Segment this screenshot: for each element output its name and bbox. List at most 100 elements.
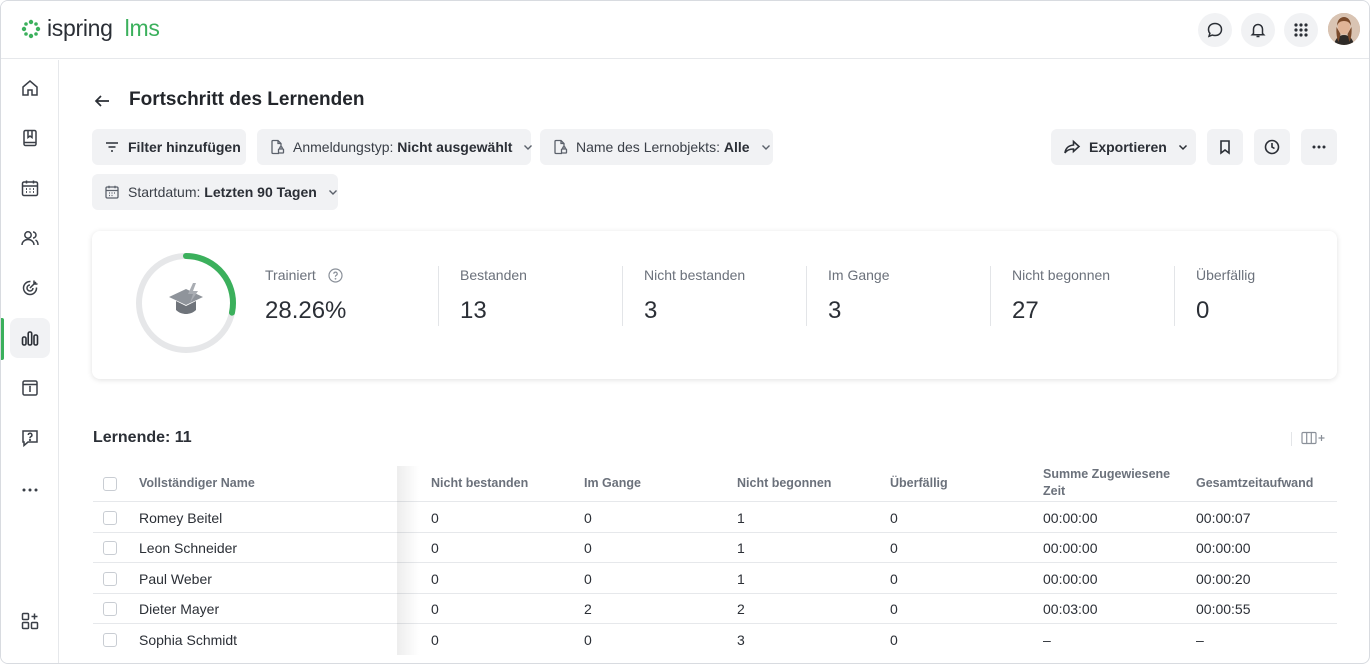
cell-overdue: 0	[890, 601, 898, 617]
cell-overdue: 0	[890, 510, 898, 526]
divider	[1291, 432, 1292, 446]
row-checkbox[interactable]	[103, 572, 117, 586]
sidebar-item-more[interactable]	[10, 470, 50, 510]
cell-total-time: 00:00:07	[1196, 510, 1251, 526]
cell-not-started: 1	[737, 571, 745, 587]
stat-value: 0	[1196, 297, 1210, 324]
column-header-not-started[interactable]: Nicht begonnen	[737, 475, 831, 492]
cell-total-time: 00:00:00	[1196, 540, 1251, 556]
app-window: ispring lms Fortschritt des Lernenden Fi…	[0, 0, 1370, 664]
more-icon	[22, 488, 38, 492]
chevron-down-icon	[522, 141, 534, 153]
enrollment-type-filter[interactable]: Anmeldungstyp: Nicht ausgewählt	[257, 129, 534, 165]
graduation-cap-icon	[169, 283, 203, 314]
back-arrow-icon[interactable]	[93, 92, 111, 110]
row-checkbox[interactable]	[103, 602, 117, 616]
user-avatar[interactable]	[1328, 13, 1360, 45]
divider	[622, 266, 623, 326]
start-date-label: Startdatum:	[128, 184, 201, 200]
divider	[990, 266, 991, 326]
stat-value: 3	[644, 297, 658, 324]
sidebar-item-reports[interactable]	[10, 318, 50, 358]
start-date-value: Letzten 90 Tagen	[204, 184, 317, 200]
learner-name[interactable]: Dieter Mayer	[139, 601, 219, 617]
divider	[438, 266, 439, 326]
logo[interactable]: ispring lms	[21, 15, 160, 42]
more-options-button[interactable]	[1301, 129, 1337, 165]
stat-label: Nicht bestanden	[644, 267, 746, 283]
column-header-overdue[interactable]: Überfällig	[890, 475, 948, 492]
page-title: Fortschritt des Lernenden	[129, 89, 365, 110]
enrollment-type-value: Nicht ausgewählt	[397, 139, 513, 155]
sidebar-item-add-widget[interactable]	[10, 601, 50, 641]
row-checkbox[interactable]	[103, 633, 117, 647]
start-date-filter[interactable]: Startdatum: Letzten 90 Tagen	[92, 174, 338, 210]
help-icon	[22, 430, 38, 448]
export-button[interactable]: Exportieren	[1051, 129, 1196, 165]
sidebar-item-goals[interactable]	[10, 268, 50, 308]
sidebar-item-events[interactable]	[10, 368, 50, 408]
calendar-icon	[21, 180, 39, 197]
learner-name[interactable]: Sophia Schmidt	[139, 632, 237, 648]
document-lock-icon	[552, 139, 568, 155]
chevron-down-icon	[760, 141, 772, 153]
cell-overdue: 0	[890, 540, 898, 556]
stat-value: 27	[1012, 297, 1039, 324]
chat-button[interactable]	[1198, 13, 1232, 47]
document-lock-icon	[269, 139, 285, 155]
learner-name[interactable]: Leon Schneider	[139, 540, 237, 556]
users-icon	[21, 231, 39, 246]
column-header-in-progress[interactable]: Im Gange	[584, 475, 641, 492]
book-icon	[23, 129, 37, 147]
row-checkbox[interactable]	[103, 541, 117, 555]
cell-assigned-time: 00:00:00	[1043, 540, 1098, 556]
cell-assigned-time: 00:00:00	[1043, 571, 1098, 587]
more-horizontal-icon	[1312, 145, 1326, 149]
cell-not-started: 3	[737, 632, 745, 648]
apps-button[interactable]	[1284, 13, 1318, 47]
cell-failed: 0	[431, 540, 439, 556]
stat-trained-value: 28.26%	[265, 297, 347, 324]
cell-total-time: –	[1196, 632, 1204, 648]
cell-assigned-time: –	[1043, 632, 1051, 648]
bookmark-button[interactable]	[1207, 129, 1243, 165]
cell-failed: 0	[431, 632, 439, 648]
cell-failed: 0	[431, 601, 439, 617]
filter-icon	[104, 139, 120, 155]
cell-not-started: 1	[737, 510, 745, 526]
clock-icon	[1264, 139, 1280, 155]
cell-assigned-time: 00:03:00	[1043, 601, 1098, 617]
help-circle-icon[interactable]	[328, 268, 343, 283]
sidebar-item-help[interactable]	[10, 418, 50, 458]
column-settings-button[interactable]	[1301, 431, 1328, 445]
chevron-down-icon	[1177, 141, 1189, 153]
sidebar-item-home[interactable]	[10, 68, 50, 108]
divider	[93, 501, 1337, 502]
learner-name[interactable]: Paul Weber	[139, 571, 212, 587]
add-filter-button[interactable]: Filter hinzufügen	[92, 129, 246, 165]
divider	[1174, 266, 1175, 326]
info-calendar-icon	[22, 380, 38, 396]
sidebar-item-users[interactable]	[10, 218, 50, 258]
notifications-button[interactable]	[1241, 13, 1275, 47]
bell-icon	[1250, 23, 1266, 38]
cell-in-progress: 2	[584, 601, 592, 617]
sidebar-item-calendar[interactable]	[10, 168, 50, 208]
select-all-checkbox[interactable]	[103, 477, 117, 491]
sticky-column-shadow	[397, 466, 419, 655]
apps-grid-icon	[1294, 23, 1308, 37]
sidebar-item-content[interactable]	[10, 118, 50, 158]
logo-text: ispring	[47, 15, 113, 41]
cell-assigned-time: 00:00:00	[1043, 510, 1098, 526]
schedule-button[interactable]	[1254, 129, 1290, 165]
learning-object-filter[interactable]: Name des Lernobjekts: Alle	[540, 129, 773, 165]
stats-card: Trainiert 28.26% Bestanden 13 Nicht best…	[92, 231, 1337, 379]
column-header-name[interactable]: Vollständiger Name	[139, 475, 255, 492]
learner-name[interactable]: Romey Beitel	[139, 510, 222, 526]
cell-in-progress: 0	[584, 632, 592, 648]
column-header-total-time[interactable]: Gesamtzeitaufwand	[1196, 475, 1313, 492]
column-header-failed[interactable]: Nicht bestanden	[431, 475, 528, 492]
row-checkbox[interactable]	[103, 511, 117, 525]
column-header-assigned-time[interactable]: Summe Zugewiesene Zeit	[1043, 466, 1170, 500]
logo-text-lms: lms	[124, 15, 160, 41]
